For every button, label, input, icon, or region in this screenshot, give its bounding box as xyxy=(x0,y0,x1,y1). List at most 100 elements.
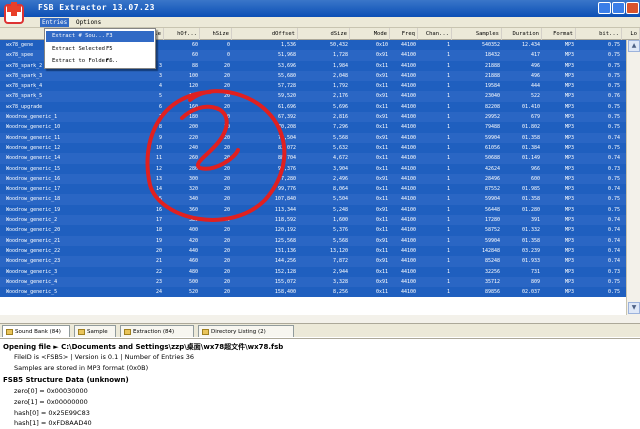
table-cell: 44100 xyxy=(400,227,416,234)
table-cell: 120 xyxy=(188,83,198,90)
table-cell: 1 xyxy=(446,93,450,100)
table-cell: MP3 xyxy=(564,103,574,110)
close-button[interactable] xyxy=(626,2,639,14)
table-cell: MP3 xyxy=(564,155,574,162)
table-cell: 44100 xyxy=(400,217,416,224)
table-cell: 1 xyxy=(446,52,450,59)
table-cell: 59904 xyxy=(484,237,500,244)
table-row[interactable]: wx78_upgrade 6 160 20 61,696 5,696 0x11 44100 1 8… xyxy=(0,101,626,113)
table-cell: 0.75 xyxy=(607,83,620,90)
column-header[interactable]: hSize xyxy=(204,28,232,40)
menu-extract-selected[interactable]: Extract Selected F5 xyxy=(46,44,154,55)
horizontal-scrollbar[interactable] xyxy=(0,315,640,323)
table-cell: 0x91 xyxy=(375,114,388,121)
table-cell: 6 xyxy=(158,103,162,110)
table-cell: 13,120 xyxy=(329,247,348,254)
table-row[interactable]: Woodrow_generic_5 24 520 20 158,400 8,256 0x11… xyxy=(0,287,626,298)
table-row[interactable]: Woodrow_generic_12 10 240 20 83,072 5,632 0x11… xyxy=(0,142,626,154)
column-header[interactable]: Lo xyxy=(628,28,640,40)
table-cell: Woodrow_generic_14 xyxy=(6,155,61,162)
table-row[interactable]: Woodrow_generic_11 9 220 20 77,504 5,568 0x91 4… xyxy=(0,132,626,143)
table-row[interactable]: Woodrow_generic_10 8 200 20 70,208 7,296 0x11 4… xyxy=(0,122,626,133)
table-cell: 7,296 xyxy=(332,124,348,131)
table-row[interactable]: wx78_spark_3 3 100 20 55,680 2,048 0x91 44100 1 2… xyxy=(0,70,626,82)
tab-bar: Sound Bank (84) Sample Extraction (84) D… xyxy=(0,323,640,337)
table-cell: Woodrow_generic_21 xyxy=(6,237,61,244)
table-cell: 0x10 xyxy=(375,42,388,48)
tab-sample[interactable]: Sample xyxy=(74,325,116,337)
table-cell: 0x11 xyxy=(375,268,388,275)
table-cell: 2,816 xyxy=(332,114,348,121)
column-header[interactable]: dSize xyxy=(304,28,350,40)
column-header[interactable]: Samples xyxy=(458,28,502,40)
menu-options[interactable]: Options xyxy=(74,18,103,27)
maximize-button[interactable] xyxy=(612,2,625,14)
menu-entries[interactable]: Entries xyxy=(40,18,70,27)
menu-extract-to-folder[interactable]: Extract to Folder... F6 xyxy=(46,56,154,67)
table-cell: 0x11 xyxy=(375,124,388,131)
table-cell: 28496 xyxy=(484,175,500,182)
table-cell: 142848 xyxy=(481,247,500,254)
table-cell: 44100 xyxy=(400,93,416,100)
table-row[interactable]: Woodrow_generic_17 14 320 20 99,776 8,064 0x11… xyxy=(0,184,626,195)
column-header[interactable]: Chan... xyxy=(422,28,452,40)
table-row[interactable]: Woodrow_generic_3 22 480 20 152,128 2,944 0x11… xyxy=(0,266,626,277)
table-cell: 01.358 xyxy=(521,237,540,244)
table-cell: 0x11 xyxy=(375,103,388,110)
table-row[interactable]: Woodrow_generic_21 19 420 20 125,568 5,568 0x9… xyxy=(0,235,626,246)
table-cell: 44100 xyxy=(400,278,416,285)
table-cell: 20 xyxy=(223,186,230,193)
table-row[interactable]: Woodrow_generic_22 20 440 20 131,136 13,120 0x… xyxy=(0,245,626,257)
table-cell: 50688 xyxy=(484,155,500,162)
table-row[interactable]: Woodrow_generic_18 15 340 20 107,840 5,504 0x1… xyxy=(0,194,626,205)
table-cell: 1 xyxy=(446,268,450,275)
tab-sound-bank[interactable]: Sound Bank (84) xyxy=(2,325,70,337)
table-cell: 44100 xyxy=(400,196,416,203)
column-header[interactable]: dOffset xyxy=(238,28,298,40)
table-cell: 1 xyxy=(446,144,450,151)
table-cell: 79488 xyxy=(484,124,500,131)
table-cell: 140 xyxy=(188,93,198,100)
table-row[interactable]: Woodrow_generic_19 16 360 20 113,344 5,248 0x9… xyxy=(0,204,626,216)
table-cell: 0 xyxy=(226,52,230,59)
table-cell: 260 xyxy=(188,155,198,162)
menu-extract-sound[interactable]: Extract # Sou... F3 xyxy=(46,31,154,42)
table-row[interactable]: Woodrow_generic_15 12 280 20 93,376 3,904 0x11… xyxy=(0,163,626,174)
scroll-up-icon[interactable]: ▲ xyxy=(628,40,640,52)
title-bar: FSB Extractor 13.07.23 xyxy=(0,0,640,17)
table-row[interactable]: Woodrow_generic_14 11 260 20 88,704 4,672 0x11… xyxy=(0,153,626,164)
tab-extraction[interactable]: Extraction (84) xyxy=(120,325,194,337)
column-header[interactable]: Format xyxy=(546,28,576,40)
vertical-scrollbar[interactable]: ▲ ▼ xyxy=(626,40,640,315)
table-cell: 0x11 xyxy=(375,83,388,90)
column-header[interactable]: hOf... xyxy=(170,28,200,40)
table-cell: 1 xyxy=(446,83,450,90)
table-cell: 01.358 xyxy=(521,134,540,141)
log-field: zero[0] = 0x00030000 xyxy=(14,387,88,395)
table-row[interactable]: Woodrow_generic_2 17 380 20 118,592 1,600 0x11… xyxy=(0,215,626,226)
scroll-down-icon[interactable]: ▼ xyxy=(628,302,640,314)
table-row[interactable]: Woodrow_generic_1 7 180 20 67,392 2,816 0x91 44… xyxy=(0,112,626,123)
table-cell: 1 xyxy=(446,124,450,131)
tab-label: Sample xyxy=(87,329,108,335)
table-cell: 17 xyxy=(155,217,162,224)
minimize-button[interactable] xyxy=(598,2,611,14)
column-header[interactable]: Freq xyxy=(396,28,418,40)
table-row[interactable]: wx78_spark_4 4 120 20 57,728 1,792 0x11 44100 1 1… xyxy=(0,81,626,92)
table-cell: 0.75 xyxy=(607,62,620,69)
table-row[interactable]: Woodrow_generic_4 23 500 20 155,072 3,328 0x91… xyxy=(0,276,626,288)
table-cell: Woodrow_generic_4 xyxy=(6,278,58,285)
column-header[interactable]: Duration xyxy=(506,28,542,40)
table-row[interactable]: wx78_spark_5 5 140 20 59,520 2,176 0x91 44100 1 2… xyxy=(0,91,626,102)
column-header[interactable]: Mode xyxy=(356,28,390,40)
table-cell: MP3 xyxy=(564,196,574,203)
tab-directory-listing[interactable]: Directory Listing (2) xyxy=(198,325,294,337)
table-cell: 35712 xyxy=(484,278,500,285)
table-row[interactable]: Woodrow_generic_20 18 400 20 120,192 5,376 0x1… xyxy=(0,225,626,236)
table-row[interactable]: Woodrow_generic_16 13 300 20 97,280 2,496 0x91… xyxy=(0,173,626,185)
table-cell: 1 xyxy=(446,196,450,203)
table-cell: 01.280 xyxy=(521,206,540,213)
column-header[interactable]: bit... xyxy=(582,28,622,40)
table-row[interactable]: Woodrow_generic_23 21 460 20 144,256 7,872 0x9… xyxy=(0,256,626,267)
tab-label: Extraction (84) xyxy=(133,329,175,335)
